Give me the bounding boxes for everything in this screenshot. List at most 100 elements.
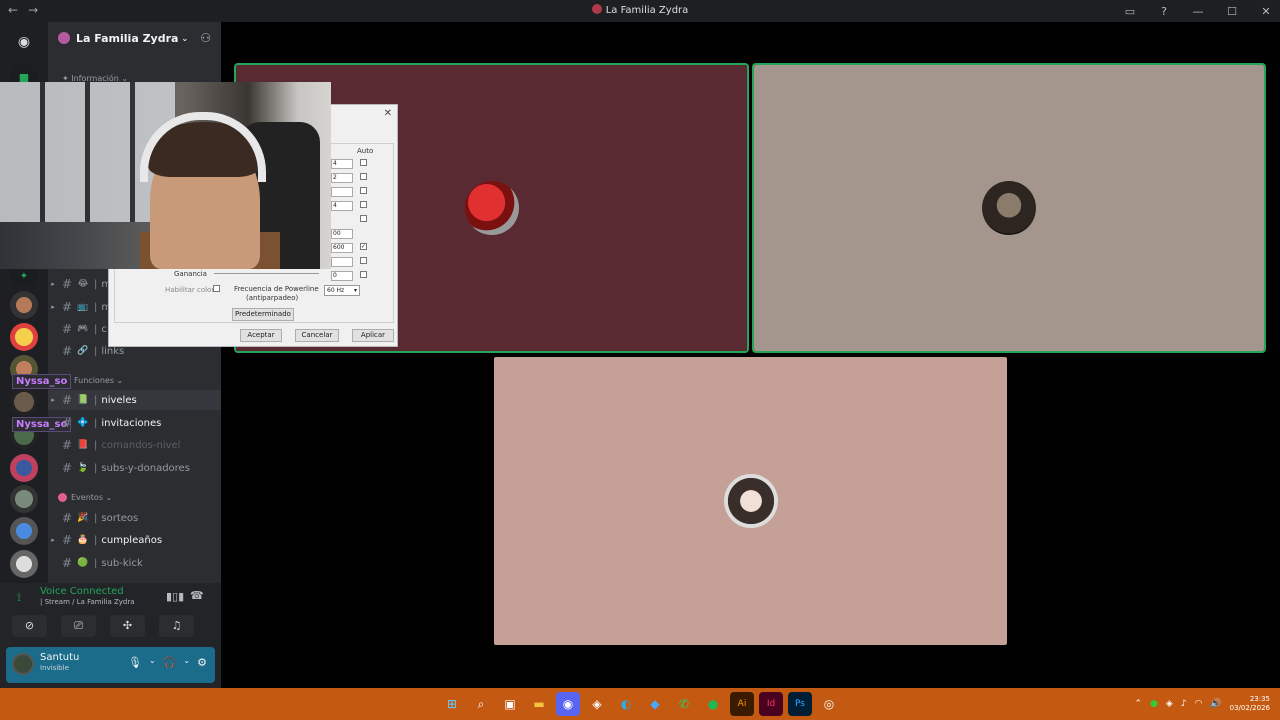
spotify-icon[interactable]: ● — [701, 692, 725, 716]
close-icon[interactable]: ✕ — [384, 108, 392, 119]
avatar[interactable] — [12, 653, 34, 675]
color-checkbox[interactable] — [213, 285, 220, 292]
gear-icon[interactable]: ⚙ — [197, 656, 207, 669]
powerline-select[interactable]: 60 Hz ▾ — [324, 285, 360, 296]
soundboard-icon[interactable]: ♫ — [159, 615, 194, 637]
category-funciones[interactable]: Funciones ⌄ — [58, 376, 123, 385]
add-member-icon[interactable]: ⚇ — [200, 31, 211, 45]
powerline-value: 60 Hz — [327, 287, 345, 294]
whatsapp-icon[interactable]: ✆ — [672, 692, 696, 716]
channel-item[interactable]: # 🎉 | sorteos — [48, 508, 221, 528]
server-icon[interactable] — [10, 517, 38, 545]
value-field[interactable] — [331, 187, 353, 197]
server-icon[interactable] — [10, 323, 38, 351]
hash-icon: # — [61, 438, 73, 452]
auto-checkbox[interactable] — [360, 215, 367, 222]
chevron-up-icon[interactable]: ⌃ — [1134, 699, 1142, 709]
channel-item[interactable]: # 🟢 | sub-kick — [48, 553, 221, 573]
task-view-icon[interactable]: ▣ — [498, 692, 522, 716]
server-icon[interactable] — [10, 485, 38, 513]
channel-item[interactable]: # 🍃 | subs-y-donadores — [48, 458, 221, 478]
auto-checkbox[interactable] — [360, 201, 367, 208]
cancel-button[interactable]: Cancelar — [295, 329, 339, 342]
discord-icon[interactable]: ◉ — [556, 692, 580, 716]
inbox-icon[interactable]: ▭ — [1122, 5, 1138, 18]
value-field[interactable] — [331, 257, 353, 267]
help-icon[interactable]: ? — [1156, 5, 1172, 18]
minimize-button[interactable]: — — [1190, 5, 1206, 18]
forward-arrow-icon[interactable]: → — [28, 3, 38, 17]
file-explorer-icon[interactable]: ▬ — [527, 692, 551, 716]
screen-share-icon[interactable]: ⎚ — [61, 615, 96, 637]
username[interactable]: Santutu — [40, 652, 79, 663]
category-label: Funciones ⌄ — [74, 376, 124, 385]
close-button[interactable]: ✕ — [1258, 5, 1274, 18]
discord-home-icon[interactable]: ◉ — [10, 28, 38, 56]
search-icon[interactable]: ⌕ — [469, 692, 493, 716]
activities-icon[interactable]: ✣ — [110, 615, 145, 637]
tray-app-icon[interactable]: ● — [1150, 699, 1158, 709]
color-label: Habilitar color — [165, 286, 215, 294]
server-icon[interactable] — [10, 454, 38, 482]
illustrator-icon[interactable]: Ai — [730, 692, 754, 716]
noise-suppression-icon[interactable]: ▮▯▮ — [166, 590, 184, 603]
maximize-button[interactable]: ☐ — [1224, 5, 1240, 18]
value-field[interactable]: 600 — [331, 243, 353, 253]
auto-checkbox[interactable] — [360, 257, 367, 264]
participant-tile[interactable] — [752, 63, 1266, 353]
participant-tile[interactable] — [494, 357, 1007, 645]
default-button[interactable]: Predeterminado — [232, 308, 294, 321]
guild-header[interactable]: La Familia Zydra ⌄ ⚇ — [48, 22, 221, 54]
auto-checkbox[interactable] — [360, 173, 367, 180]
value-field[interactable]: 00 — [331, 229, 353, 239]
channel-emoji: 🎂 — [77, 535, 89, 545]
copilot-icon[interactable]: ◆ — [643, 692, 667, 716]
channel-item[interactable]: ▸ # 📗 | niveles — [48, 390, 221, 410]
edge-icon[interactable]: ◐ — [614, 692, 638, 716]
camera-off-icon[interactable]: ⊘ — [12, 615, 47, 637]
wifi-icon[interactable]: ◠ — [1195, 699, 1203, 709]
microphone-icon[interactable]: ♪ — [1181, 699, 1187, 709]
steam-icon[interactable]: ◈ — [585, 692, 609, 716]
auto-checkbox[interactable] — [360, 271, 367, 278]
microphone-icon[interactable]: 🎙 — [128, 656, 142, 669]
server-icon[interactable] — [10, 388, 38, 416]
indesign-icon[interactable]: Id — [759, 692, 783, 716]
clock[interactable]: 23:35 03/02/2026 — [1230, 695, 1270, 713]
server-icon[interactable]: ✦ — [10, 268, 38, 286]
chevron-down-icon[interactable]: ⌄ — [149, 656, 156, 669]
expand-arrow-icon: ▸ — [51, 280, 55, 288]
network-icon[interactable]: ◈ — [1166, 699, 1173, 709]
photoshop-icon[interactable]: Ps — [788, 692, 812, 716]
voice-status[interactable]: Voice Connected — [40, 586, 124, 597]
server-icon[interactable] — [10, 291, 38, 319]
windows-start-icon[interactable]: ⊞ — [440, 692, 464, 716]
signal-icon[interactable]: ⟟ — [17, 591, 21, 605]
gain-slider[interactable] — [214, 273, 319, 274]
obs-icon[interactable]: ◎ — [817, 692, 841, 716]
apply-button[interactable]: Aplicar — [352, 329, 394, 342]
ok-button[interactable]: Aceptar — [240, 329, 282, 342]
taskbar-apps: ⊞ ⌕ ▣ ▬ ◉ ◈ ◐ ◆ ✆ ● Ai Id Ps ◎ — [440, 692, 841, 716]
auto-checkbox[interactable] — [360, 187, 367, 194]
server-icon[interactable] — [10, 550, 38, 578]
channel-item[interactable]: ▸ # 🎂 | cumpleaños — [48, 530, 221, 550]
avatar — [464, 181, 519, 235]
hash-icon: # — [61, 322, 73, 336]
voice-channel-path[interactable]: | Stream / La Familia Zydra — [40, 598, 135, 606]
chevron-down-icon[interactable]: ⌄ — [183, 656, 190, 669]
auto-checkbox[interactable]: ✓ — [360, 243, 367, 250]
disconnect-icon[interactable]: ☎ — [190, 589, 204, 602]
back-arrow-icon[interactable]: ← — [8, 3, 18, 17]
channel-item[interactable]: # 📕 | comandos-nivel — [48, 435, 221, 455]
headphones-icon[interactable]: 🎧 — [163, 656, 177, 669]
channel-emoji: 🍃 — [77, 463, 89, 473]
value-field[interactable]: 2 — [331, 173, 353, 183]
value-field[interactable]: 0 — [331, 271, 353, 281]
value-field[interactable]: 4 — [331, 201, 353, 211]
value-field[interactable]: 4 — [331, 159, 353, 169]
category-eventos[interactable]: Eventos ⌄ — [58, 493, 112, 502]
channel-item[interactable]: # 💠 | invitaciones — [48, 413, 221, 433]
volume-icon[interactable]: 🔊 — [1210, 699, 1221, 709]
auto-checkbox[interactable] — [360, 159, 367, 166]
